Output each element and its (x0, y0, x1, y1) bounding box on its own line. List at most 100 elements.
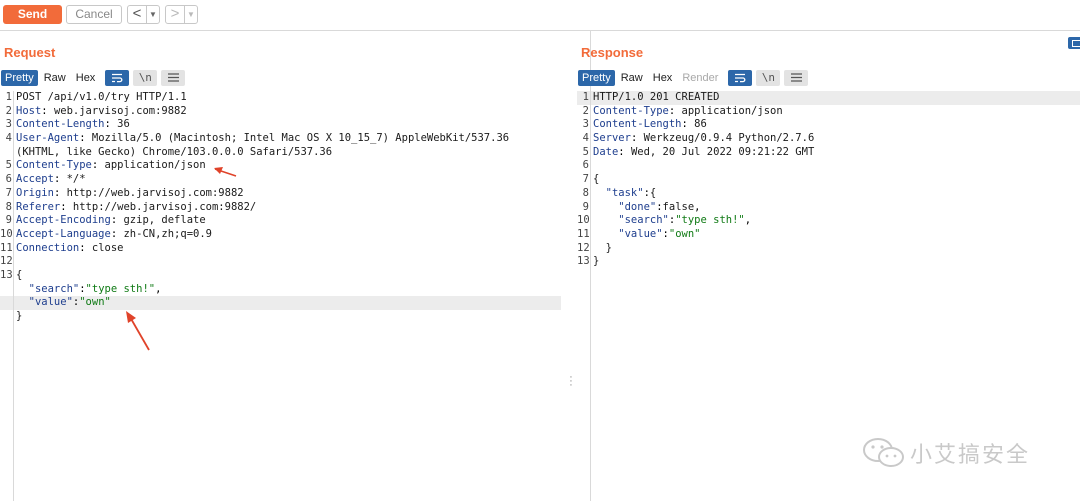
code-line[interactable]: 7 Origin: http://web.jarvisoj.com:9882 (0, 187, 561, 201)
request-editor[interactable]: 1 POST /api/v1.0/try HTTP/1.1 2 Host: web.j… (0, 91, 561, 324)
code-line[interactable]: 9 "done":false, (577, 201, 1080, 215)
code-line[interactable]: 8 Referer: http://web.jarvisoj.com:9882/ (0, 201, 561, 215)
line-value: false (662, 200, 695, 213)
line-code: "search":"type sth!", (593, 214, 752, 227)
code-line[interactable]: 6 (577, 159, 1080, 173)
line-key: "done" (593, 200, 657, 213)
code-line[interactable]: 8 "task":{ (577, 187, 1080, 201)
code-line[interactable]: 3 Content-Length: 36 (0, 118, 561, 132)
chevron-left-icon[interactable]: < (128, 6, 147, 23)
line-code: } (593, 255, 599, 269)
forward-nav-group: > ▼ (165, 5, 198, 24)
code-line[interactable]: 13{ (0, 269, 561, 283)
line-value: http://web.jarvisoj.com:9882 (60, 186, 244, 199)
code-line[interactable]: 11 "value":"own" (577, 228, 1080, 242)
code-line[interactable]: 2 Content-Type: application/json (577, 105, 1080, 119)
chevron-right-icon[interactable]: > (166, 6, 185, 23)
tab-raw[interactable]: Raw (617, 70, 647, 86)
send-button[interactable]: Send (3, 5, 62, 24)
line-number: 10 (0, 227, 13, 240)
line-key: "search" (16, 282, 80, 295)
line-code: User-Agent: Mozilla/5.0 (Macintosh; Inte… (16, 132, 510, 145)
line-number: 8 (5, 200, 12, 213)
line-value: { (16, 268, 23, 281)
line-key: "value" (593, 227, 663, 240)
code-line[interactable]: 10 "search":"type sth!", (577, 214, 1080, 228)
line-value: application/json (98, 159, 206, 172)
line-number: 3 (582, 118, 589, 131)
menu-icon[interactable] (161, 69, 186, 86)
line-code: "done":false, (593, 200, 701, 213)
tab-pretty[interactable]: Pretty (578, 69, 615, 86)
code-line[interactable]: 1 POST /api/v1.0/try HTTP/1.1 (0, 91, 561, 105)
line-value: Wed, 20 Jul 2022 09:21:22 GMT (624, 145, 815, 158)
caret-down-icon[interactable]: ▼ (147, 6, 159, 23)
line-number: 9 (5, 214, 12, 227)
line-value: "own" (79, 296, 111, 309)
code-line[interactable]: 7{ (577, 173, 1080, 187)
code-line[interactable]: 4 Server: Werkzeug/0.9.4 Python/2.7.6 (577, 132, 1080, 146)
newline-icon[interactable]: \n (756, 69, 781, 86)
line-value: zh-CN,zh;q=0.9 (117, 227, 212, 240)
code-line[interactable]: (KHTML, like Gecko) Chrome/103.0.0.0 Saf… (0, 146, 561, 160)
watermark: 小艾搞安全 (862, 437, 1030, 469)
line-number: 13 (577, 255, 590, 268)
line-code: Content-Length: 36 (16, 118, 130, 131)
code-line[interactable]: 10 Accept-Language: zh-CN,zh;q=0.9 (0, 228, 561, 242)
wechat-icon (863, 438, 904, 467)
line-code: POST /api/v1.0/try HTTP/1.1 (16, 91, 187, 105)
line-key: Origin (16, 186, 54, 199)
caret-down-icon[interactable]: ▼ (185, 6, 197, 23)
code-line[interactable]: 6 Accept: */* (0, 173, 561, 187)
line-code: Referer: http://web.jarvisoj.com:9882/ (16, 200, 257, 213)
line-number: 1 (582, 91, 589, 103)
tab-hex[interactable]: Hex (649, 70, 677, 86)
wrap-lines-icon[interactable] (728, 69, 753, 86)
line-number: 3 (5, 118, 12, 131)
back-nav-group: < ▼ (127, 5, 160, 24)
line-code: "value":"own" (593, 227, 701, 240)
code-line[interactable]: 12 (0, 255, 561, 269)
line-key: Referer (16, 200, 61, 213)
line-key: "search" (593, 214, 669, 227)
code-line[interactable]: 4 User-Agent: Mozilla/5.0 (Macintosh; Int… (0, 132, 561, 146)
tab-render[interactable]: Render (678, 70, 722, 86)
line-key: Content-Type (16, 159, 92, 172)
line-value: close (85, 241, 124, 254)
menu-icon[interactable] (784, 69, 809, 86)
code-line[interactable]: "value":"own" (0, 296, 561, 310)
layout-toggle-icon[interactable] (1068, 37, 1080, 49)
newline-icon[interactable]: \n (133, 69, 158, 86)
code-line[interactable]: } (0, 310, 561, 324)
code-line[interactable]: 3 Content-Length: 86 (577, 118, 1080, 132)
line-key: Content-Type (593, 104, 669, 117)
code-line[interactable]: 11 Connection: close (0, 242, 561, 256)
code-line[interactable]: 12 } (577, 242, 1080, 256)
top-toolbar: Send Cancel < ▼ > ▼ (0, 0, 1080, 31)
code-line[interactable]: 13} (577, 255, 1080, 269)
tab-raw[interactable]: Raw (40, 70, 70, 86)
line-value: { (649, 186, 657, 199)
line-value: Werkzeug/0.9.4 Python/2.7.6 (637, 132, 815, 145)
tab-hex[interactable]: Hex (72, 70, 100, 86)
code-line[interactable]: 5 Content-Type: application/json (0, 159, 561, 173)
code-line[interactable]: 2 Host: web.jarvisoj.com:9882 (0, 105, 561, 119)
splitter-handle[interactable]: · · · (568, 372, 574, 391)
cancel-button[interactable]: Cancel (66, 5, 122, 24)
tab-pretty[interactable]: Pretty (1, 69, 38, 86)
line-value: } (593, 241, 612, 254)
code-line[interactable]: 1 HTTP/1.0 201 CREATED (577, 91, 1080, 105)
code-line[interactable]: 5 Date: Wed, 20 Jul 2022 09:21:22 GMT (577, 146, 1080, 160)
response-gutter-divider (590, 91, 591, 501)
line-number: 8 (582, 186, 589, 199)
line-number: 4 (582, 132, 589, 145)
line-number: 13 (0, 268, 13, 281)
wrap-lines-icon[interactable] (105, 69, 130, 86)
code-line[interactable]: 9 Accept-Encoding: gzip, deflate (0, 214, 561, 228)
line-code: Content-Type: application/json (16, 159, 206, 172)
response-editor[interactable]: 1 HTTP/1.0 201 CREATED 2 Content-Type: appl… (577, 91, 1080, 269)
code-line[interactable]: "search":"type sth!", (0, 283, 561, 297)
line-number: 11 (577, 227, 590, 240)
line-code: } (16, 310, 22, 324)
line-number: 9 (582, 200, 589, 213)
